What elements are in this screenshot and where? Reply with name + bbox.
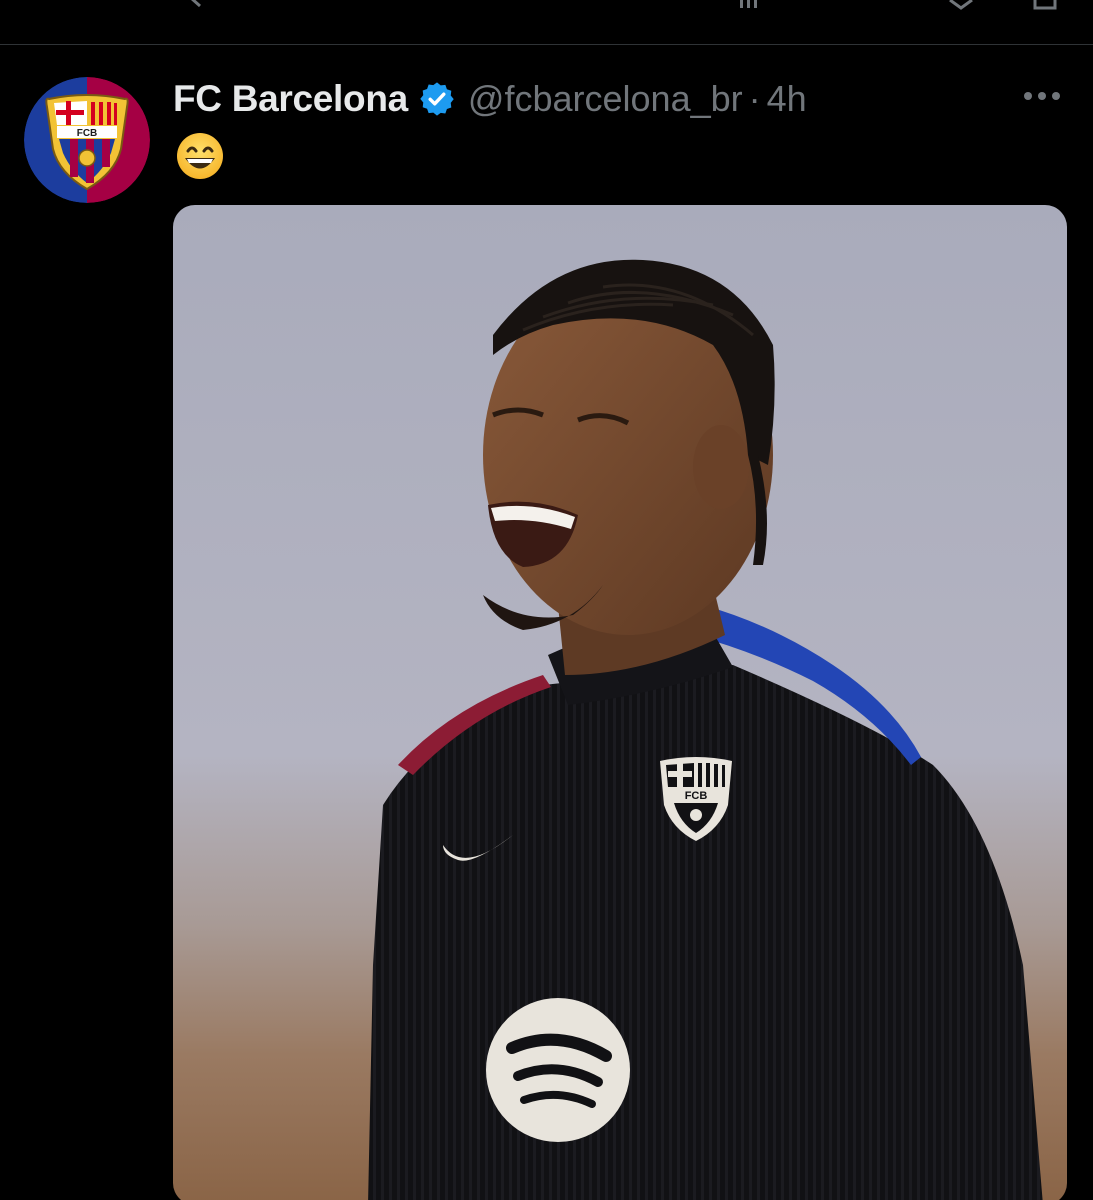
shirt-crest-letters: FCB (685, 790, 708, 802)
more-options-icon[interactable] (1018, 81, 1066, 111)
timestamp[interactable]: 4h (767, 78, 807, 120)
avatar[interactable]: FCB (24, 77, 150, 203)
reply-icon[interactable] (176, 0, 206, 12)
share-icon[interactable] (1030, 0, 1060, 12)
action-bar (0, 0, 1093, 46)
verified-badge-icon[interactable] (420, 82, 454, 116)
views-icon[interactable] (734, 0, 764, 12)
display-name[interactable]: FC Barcelona (173, 78, 408, 120)
crest-letters: FCB (77, 128, 98, 139)
handle[interactable]: @fcbarcelona_br (468, 78, 743, 120)
tweet[interactable]: FCB FC Barcelona @fcbarcelona_br · 4h FC… (0, 45, 1093, 1200)
photo-image: FCB (173, 205, 1067, 1200)
grinning-face-with-smiling-eyes-icon (177, 133, 223, 179)
separator-dot: · (748, 78, 761, 119)
tweet-screen: FCB FC Barcelona @fcbarcelona_br · 4h FC… (0, 0, 1093, 1200)
tweet-header: FC Barcelona @fcbarcelona_br · 4h (173, 75, 807, 123)
tweet-photo[interactable]: FCB (173, 205, 1067, 1200)
bookmark-icon[interactable] (946, 0, 976, 12)
